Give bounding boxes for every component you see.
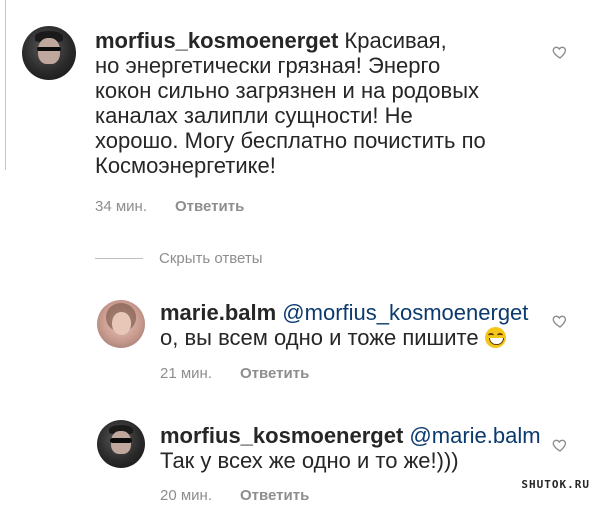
- heart-icon[interactable]: [552, 437, 568, 453]
- reply-button[interactable]: Ответить: [240, 487, 309, 504]
- comment-time: 34 мин.: [95, 198, 147, 215]
- reply-username[interactable]: marie.balm: [160, 300, 276, 325]
- reply-mention[interactable]: @morfius_kosmoenerget: [282, 300, 528, 325]
- reply-button[interactable]: Ответить: [240, 365, 309, 382]
- reply-username[interactable]: morfius_kosmoenerget: [160, 423, 403, 448]
- watermark: SHUTOK.RU: [521, 478, 590, 491]
- reply-time: 20 мин.: [160, 487, 212, 504]
- reply-body: morfius_kosmoenerget @marie.balm Так у в…: [160, 423, 550, 473]
- reply-body: marie.balm @morfius_kosmoenerget о, вы в…: [160, 300, 550, 350]
- comment-line: но энергетически грязная! Энерго: [95, 53, 441, 78]
- reply-meta: 21 мин. Ответить: [160, 365, 309, 382]
- comment-line: хорошо. Могу бесплатно почистить по: [95, 128, 486, 153]
- avatar-morfius[interactable]: [97, 420, 145, 468]
- avatar-morfius[interactable]: [22, 26, 76, 80]
- comment-line: кокон сильно загрязнен и на родовых: [95, 78, 480, 103]
- comment-line: каналах залипли сущности! Не: [95, 103, 413, 128]
- comment-meta: 34 мин. Ответить: [95, 198, 244, 215]
- comment-body: morfius_kosmoenerget Красивая, но энерге…: [95, 28, 555, 178]
- reply-time: 21 мин.: [160, 365, 212, 382]
- heart-icon[interactable]: [552, 44, 568, 60]
- reply-meta: 20 мин. Ответить: [160, 487, 309, 504]
- reply-text: о, вы всем одно и тоже пишите: [160, 325, 479, 350]
- hide-replies-button[interactable]: Скрыть ответы: [159, 250, 263, 267]
- grinning-sweat-emoji-icon: [484, 327, 506, 348]
- comment-username[interactable]: morfius_kosmoenerget: [95, 28, 338, 53]
- reply-mention[interactable]: @marie.balm: [409, 423, 540, 448]
- left-divider: [5, 0, 6, 170]
- hide-replies-divider: [95, 258, 143, 259]
- hide-replies-row[interactable]: Скрыть ответы: [95, 250, 263, 267]
- reply-button[interactable]: Ответить: [175, 198, 244, 215]
- avatar-marie[interactable]: [97, 300, 145, 348]
- comment-line: Красивая,: [344, 28, 447, 53]
- heart-icon[interactable]: [552, 313, 568, 329]
- reply-text: Так у всех же одно и то же!))): [160, 448, 459, 473]
- comment-line: Космоэнергетике!: [95, 153, 276, 178]
